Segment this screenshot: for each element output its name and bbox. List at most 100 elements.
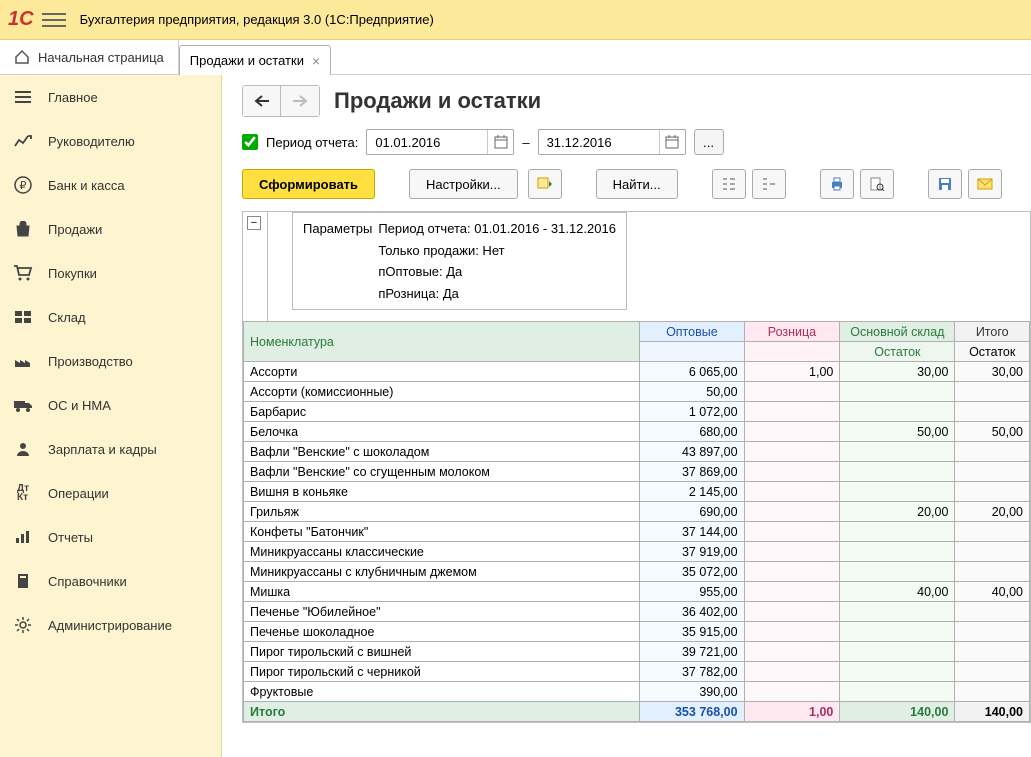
sidebar-item-0[interactable]: Главное bbox=[0, 75, 221, 119]
param-line: пОптовые: Да bbox=[378, 262, 616, 282]
table-row[interactable]: Белочка680,0050,0050,00 bbox=[244, 422, 1030, 442]
calendar-icon[interactable] bbox=[659, 130, 685, 154]
tab-active-label: Продажи и остатки bbox=[190, 53, 304, 68]
page-title: Продажи и остатки bbox=[334, 88, 541, 114]
sidebar-label: Банк и касса bbox=[48, 178, 125, 193]
cell-itogo: 20,00 bbox=[955, 502, 1030, 522]
cell-itogo bbox=[955, 662, 1030, 682]
close-icon[interactable]: × bbox=[312, 53, 320, 69]
cell-roz bbox=[744, 642, 840, 662]
cell-roz bbox=[744, 562, 840, 582]
cell-opt: 1 072,00 bbox=[640, 402, 744, 422]
cell-opt: 2 145,00 bbox=[640, 482, 744, 502]
cell-itogo bbox=[955, 542, 1030, 562]
cell-name: Миникруассаны классические bbox=[244, 542, 640, 562]
cell-roz: 1,00 bbox=[744, 362, 840, 382]
period-row: Период отчета: – ... bbox=[242, 129, 1031, 155]
date-to-input[interactable] bbox=[539, 135, 659, 150]
cell-sklad bbox=[840, 662, 955, 682]
cell-itogo bbox=[955, 522, 1030, 542]
sidebar-item-12[interactable]: Администрирование bbox=[0, 603, 221, 647]
sidebar-label: Операции bbox=[48, 486, 109, 501]
cell-name: Грильяж bbox=[244, 502, 640, 522]
table-row[interactable]: Печенье "Юбилейное"36 402,00 bbox=[244, 602, 1030, 622]
table-row[interactable]: Вафли "Венские" со сгущенным молоком37 8… bbox=[244, 462, 1030, 482]
truck-icon bbox=[12, 394, 34, 416]
cell-itogo bbox=[955, 382, 1030, 402]
sidebar-item-2[interactable]: ₽Банк и касса bbox=[0, 163, 221, 207]
app-title: Бухгалтерия предприятия, редакция 3.0 (1… bbox=[80, 12, 434, 27]
cell-name: Фруктовые bbox=[244, 682, 640, 702]
table-row[interactable]: Барбарис1 072,00 bbox=[244, 402, 1030, 422]
total-sklad: 140,00 bbox=[840, 702, 955, 722]
date-to-box bbox=[538, 129, 686, 155]
cell-itogo bbox=[955, 482, 1030, 502]
col-total[interactable]: Итого bbox=[955, 322, 1030, 342]
email-button[interactable] bbox=[968, 169, 1002, 199]
table-row[interactable]: Ассорти6 065,001,0030,0030,00 bbox=[244, 362, 1030, 382]
sidebar-item-7[interactable]: ОС и НМА bbox=[0, 383, 221, 427]
table-row[interactable]: Грильяж690,0020,0020,00 bbox=[244, 502, 1030, 522]
col-warehouse[interactable]: Основной склад bbox=[840, 322, 955, 342]
col-retail[interactable]: Розница bbox=[744, 322, 840, 342]
back-button[interactable] bbox=[243, 86, 281, 116]
cell-name: Печенье шоколадное bbox=[244, 622, 640, 642]
tab-home[interactable]: Начальная страница bbox=[0, 40, 178, 74]
cell-sklad bbox=[840, 482, 955, 502]
col-nomenclature[interactable]: Номенклатура bbox=[244, 322, 640, 362]
cell-sklad bbox=[840, 382, 955, 402]
table-row[interactable]: Вафли "Венские" с шоколадом43 897,00 bbox=[244, 442, 1030, 462]
cart-icon bbox=[12, 262, 34, 284]
find-button[interactable]: Найти... bbox=[596, 169, 678, 199]
col-wholesale[interactable]: Оптовые bbox=[640, 322, 744, 342]
cell-opt: 43 897,00 bbox=[640, 442, 744, 462]
cell-roz bbox=[744, 582, 840, 602]
options-dropdown-button[interactable] bbox=[528, 169, 562, 199]
sidebar-item-8[interactable]: Зарплата и кадры bbox=[0, 427, 221, 471]
table-row[interactable]: Вишня в коньяке2 145,00 bbox=[244, 482, 1030, 502]
cell-sklad: 40,00 bbox=[840, 582, 955, 602]
sidebar-item-9[interactable]: ДтКтОперации bbox=[0, 471, 221, 515]
table-row[interactable]: Фруктовые390,00 bbox=[244, 682, 1030, 702]
sidebar-item-10[interactable]: Отчеты bbox=[0, 515, 221, 559]
save-button[interactable] bbox=[928, 169, 962, 199]
param-line: пРозница: Да bbox=[378, 284, 616, 304]
period-checkbox[interactable] bbox=[242, 134, 258, 150]
table-row[interactable]: Конфеты "Батончик"37 144,00 bbox=[244, 522, 1030, 542]
sidebar-item-6[interactable]: Производство bbox=[0, 339, 221, 383]
table-row[interactable]: Ассорти (комиссионные)50,00 bbox=[244, 382, 1030, 402]
sidebar-label: Справочники bbox=[48, 574, 127, 589]
bag-icon bbox=[12, 218, 34, 240]
table-row[interactable]: Пирог тирольский с вишней39 721,00 bbox=[244, 642, 1030, 662]
period-picker-button[interactable]: ... bbox=[694, 129, 724, 155]
cell-opt: 680,00 bbox=[640, 422, 744, 442]
expand-tree-button[interactable] bbox=[712, 169, 746, 199]
collapse-toggle[interactable]: − bbox=[247, 216, 261, 230]
forward-button[interactable] bbox=[281, 86, 319, 116]
print-button[interactable] bbox=[820, 169, 854, 199]
settings-button[interactable]: Настройки... bbox=[409, 169, 518, 199]
table-row[interactable]: Пирог тирольский с черникой37 782,00 bbox=[244, 662, 1030, 682]
calendar-icon[interactable] bbox=[487, 130, 513, 154]
sidebar-item-3[interactable]: Продажи bbox=[0, 207, 221, 251]
generate-button[interactable]: Сформировать bbox=[242, 169, 375, 199]
preview-button[interactable] bbox=[860, 169, 894, 199]
sidebar-item-1[interactable]: Руководителю bbox=[0, 119, 221, 163]
cell-sklad bbox=[840, 602, 955, 622]
sidebar-item-5[interactable]: Склад bbox=[0, 295, 221, 339]
collapse-tree-button[interactable] bbox=[752, 169, 786, 199]
parameters-table: ПараметрыПериод отчета: 01.01.2016 - 31.… bbox=[301, 217, 618, 305]
sidebar-item-4[interactable]: Покупки bbox=[0, 251, 221, 295]
tab-active[interactable]: Продажи и остатки × bbox=[179, 45, 331, 75]
table-row[interactable]: Миникруассаны классические37 919,00 bbox=[244, 542, 1030, 562]
cell-roz bbox=[744, 402, 840, 422]
gear-icon bbox=[12, 614, 34, 636]
date-from-input[interactable] bbox=[367, 135, 487, 150]
table-row[interactable]: Мишка955,0040,0040,00 bbox=[244, 582, 1030, 602]
table-row[interactable]: Печенье шоколадное35 915,00 bbox=[244, 622, 1030, 642]
cell-roz bbox=[744, 522, 840, 542]
table-row[interactable]: Миникруассаны с клубничным джемом35 072,… bbox=[244, 562, 1030, 582]
sidebar-item-11[interactable]: Справочники bbox=[0, 559, 221, 603]
total-row: Итого 353 768,00 1,00 140,00 140,00 bbox=[244, 702, 1030, 722]
menu-icon[interactable] bbox=[42, 8, 66, 32]
